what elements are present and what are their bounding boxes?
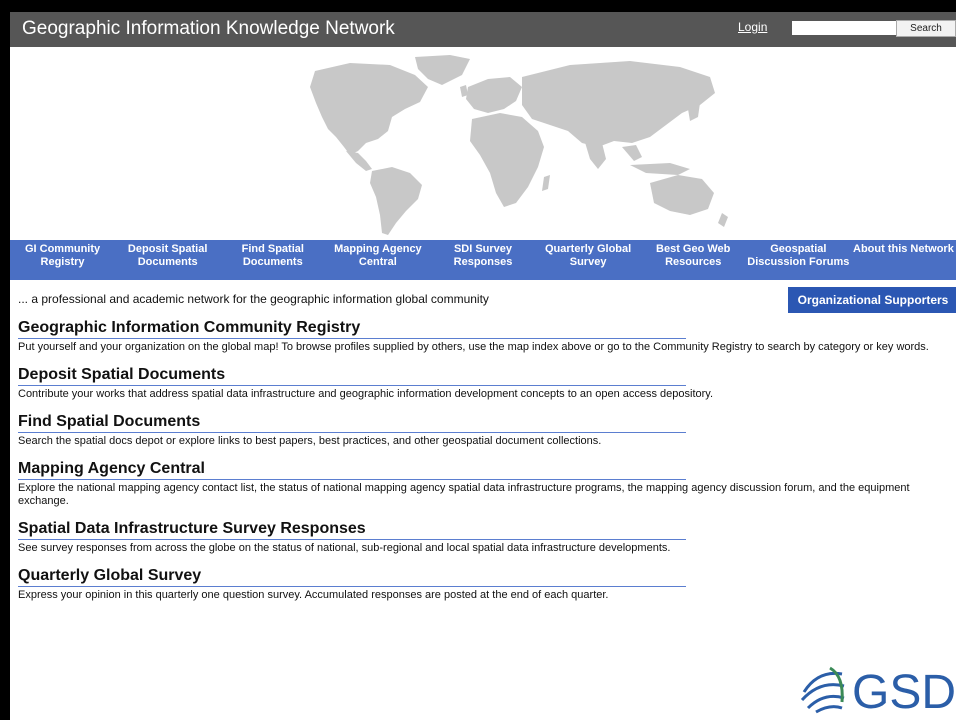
organizational-supporters-button[interactable]: Organizational Supporters	[788, 287, 956, 313]
globe-icon	[800, 666, 845, 714]
section-mapping-agency: Mapping Agency Central Explore the natio…	[18, 459, 956, 508]
nav-quarterly-global-survey[interactable]: Quarterly Global Survey	[536, 240, 641, 280]
nav-best-geo-web-resources[interactable]: Best Geo Web Resources	[641, 240, 746, 280]
section-title[interactable]: Mapping Agency Central	[18, 459, 686, 480]
nav-sdi-survey-responses[interactable]: SDI Survey Responses	[430, 240, 535, 280]
page: Geographic Information Knowledge Network…	[10, 12, 956, 720]
section-description: Contribute your works that address spati…	[18, 388, 714, 400]
sections-list: Geographic Information Community Registr…	[18, 318, 956, 613]
section-description: Search the spatial docs depot or explore…	[18, 435, 602, 447]
nav-geospatial-discussion-forums[interactable]: Geospatial Discussion Forums	[746, 240, 851, 280]
tagline: ... a professional and academic network …	[18, 292, 489, 306]
section-community-registry: Geographic Information Community Registr…	[18, 318, 956, 354]
search-button[interactable]: Search	[896, 20, 956, 37]
site-title[interactable]: Geographic Information Knowledge Network	[22, 18, 395, 40]
section-sdi-survey: Spatial Data Infrastructure Survey Respo…	[18, 519, 956, 555]
section-description: Explore the national mapping agency cont…	[18, 482, 910, 507]
nav-mapping-agency-central[interactable]: Mapping Agency Central	[325, 240, 430, 280]
gsd-logo-text: GSD	[852, 666, 956, 719]
nav-find-spatial-documents[interactable]: Find Spatial Documents	[220, 240, 325, 280]
search-input[interactable]	[792, 21, 896, 35]
section-description: Express your opinion in this quarterly o…	[18, 589, 609, 601]
section-title[interactable]: Geographic Information Community Registr…	[18, 318, 686, 339]
world-map[interactable]	[10, 47, 956, 240]
site-header: Geographic Information Knowledge Network…	[10, 12, 956, 47]
section-title[interactable]: Find Spatial Documents	[18, 412, 686, 433]
nav-deposit-spatial-documents[interactable]: Deposit Spatial Documents	[115, 240, 220, 280]
section-description: See survey responses from across the glo…	[18, 542, 671, 554]
section-description: Put yourself and your organization on th…	[18, 341, 929, 353]
nav-gi-community-registry[interactable]: GI Community Registry	[10, 240, 115, 280]
section-find-documents: Find Spatial Documents Search the spatia…	[18, 412, 956, 448]
section-title[interactable]: Deposit Spatial Documents	[18, 365, 686, 386]
gsd-logo: GSD	[800, 666, 956, 719]
section-deposit-documents: Deposit Spatial Documents Contribute you…	[18, 365, 956, 401]
login-link[interactable]: Login	[738, 20, 767, 34]
main-nav: GI Community Registry Deposit Spatial Do…	[10, 240, 956, 280]
section-quarterly-survey: Quarterly Global Survey Express your opi…	[18, 566, 956, 602]
section-title[interactable]: Quarterly Global Survey	[18, 566, 686, 587]
nav-about-this-network[interactable]: About this Network	[851, 240, 956, 280]
section-title[interactable]: Spatial Data Infrastructure Survey Respo…	[18, 519, 686, 540]
